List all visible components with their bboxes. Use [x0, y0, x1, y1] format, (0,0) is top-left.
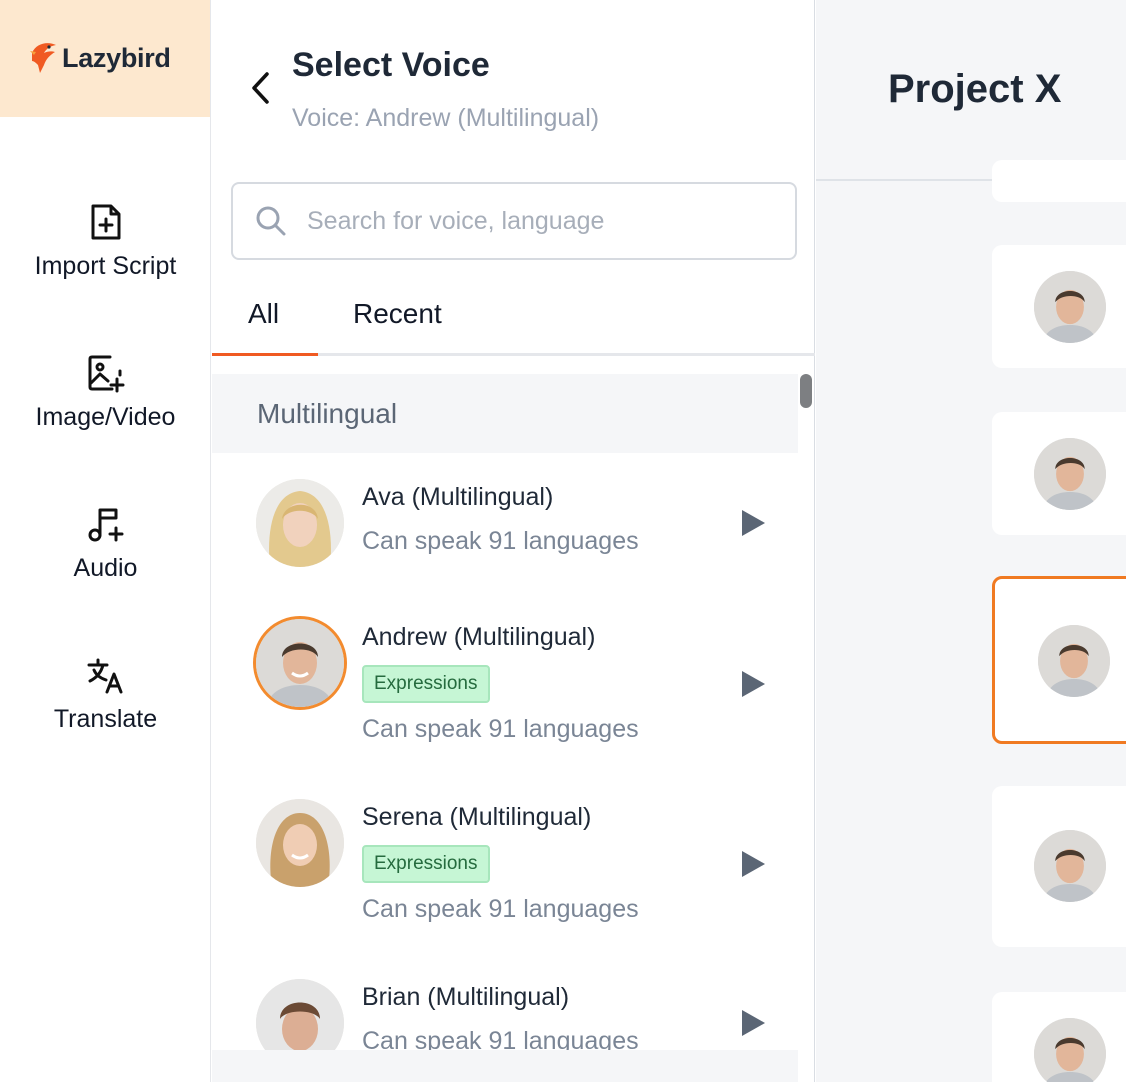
project-area: Project X — [816, 0, 1126, 1082]
left-nav: Lazybird Import Script Image/Video Audio… — [0, 0, 211, 1082]
tab-recent[interactable]: Recent — [353, 298, 442, 330]
logo[interactable]: Lazybird — [0, 0, 210, 117]
avatar — [256, 799, 344, 887]
voice-name: Ava (Multilingual) — [362, 483, 554, 511]
voice-tabs: All Recent — [212, 290, 815, 356]
voice-description: Can speak 91 languages — [362, 895, 639, 923]
avatar — [256, 979, 344, 1050]
script-card-selected[interactable] — [992, 576, 1126, 744]
avatar — [1034, 271, 1106, 343]
nav-label: Import Script — [34, 252, 177, 280]
nav-import-script[interactable]: Import Script — [0, 202, 211, 281]
avatar — [1034, 438, 1106, 510]
tab-all[interactable]: All — [248, 298, 279, 330]
brand-name: Lazybird — [62, 43, 171, 73]
project-title: Project X — [888, 67, 1062, 111]
avatar — [1038, 625, 1110, 697]
play-icon[interactable] — [740, 1009, 766, 1037]
play-icon[interactable] — [740, 670, 766, 698]
list-item[interactable]: Andrew (Multilingual) Expressions Can sp… — [212, 593, 798, 773]
group-header: Multilingual — [212, 374, 798, 453]
back-button[interactable] — [242, 66, 278, 110]
app-window: Lazybird Import Script Image/Video Audio… — [0, 0, 1126, 1082]
scrollbar-thumb[interactable] — [800, 374, 812, 408]
bird-logo-icon — [28, 39, 60, 78]
search-icon — [256, 206, 286, 236]
script-card[interactable] — [992, 160, 1126, 202]
music-plus-icon — [86, 504, 126, 544]
script-card[interactable] — [992, 245, 1126, 368]
avatar — [1034, 830, 1106, 902]
voice-list[interactable]: Multilingual Ava (Multilingual) Can spea… — [212, 374, 798, 1050]
script-card[interactable] — [992, 786, 1126, 947]
project-header: Project X — [816, 0, 1126, 181]
expressions-badge: Expressions — [362, 665, 490, 703]
file-plus-icon — [86, 202, 126, 242]
nav-translate[interactable]: Translate — [0, 655, 211, 734]
voice-name: Brian (Multilingual) — [362, 983, 570, 1011]
nav-label: Audio — [73, 554, 138, 582]
script-card[interactable] — [992, 412, 1126, 535]
list-item[interactable]: Brian (Multilingual) Can speak 91 langua… — [212, 953, 798, 1050]
select-voice-panel: Select Voice Voice: Andrew (Multilingual… — [212, 0, 815, 1082]
avatar — [256, 479, 344, 567]
voice-name: Serena (Multilingual) — [362, 803, 592, 831]
play-icon[interactable] — [740, 850, 766, 878]
voice-name: Andrew (Multilingual) — [362, 623, 596, 651]
list-item[interactable]: Serena (Multilingual) Expressions Can sp… — [212, 773, 798, 953]
voice-description: Can speak 91 languages — [362, 1027, 639, 1050]
nav-image-video[interactable]: Image/Video — [0, 353, 211, 432]
list-footer — [212, 1050, 798, 1082]
avatar — [1034, 1018, 1106, 1082]
translate-icon — [86, 655, 126, 695]
search-box[interactable] — [231, 182, 797, 260]
search-input[interactable] — [307, 206, 767, 236]
current-voice-label: Voice: Andrew (Multilingual) — [292, 104, 600, 132]
list-item[interactable]: Ava (Multilingual) Can speak 91 language… — [212, 453, 798, 593]
chevron-left-icon — [252, 72, 269, 104]
nav-label: Image/Video — [35, 403, 176, 431]
active-tab-indicator — [212, 353, 318, 356]
panel-title: Select Voice — [292, 46, 490, 84]
nav-audio[interactable]: Audio — [0, 504, 211, 583]
voice-description: Can speak 91 languages — [362, 715, 639, 743]
image-plus-icon — [86, 353, 126, 393]
script-card[interactable] — [992, 992, 1126, 1082]
avatar — [256, 619, 344, 707]
play-icon[interactable] — [740, 509, 766, 537]
voice-description: Can speak 91 languages — [362, 527, 639, 555]
expressions-badge: Expressions — [362, 845, 490, 883]
nav-label: Translate — [53, 705, 158, 733]
